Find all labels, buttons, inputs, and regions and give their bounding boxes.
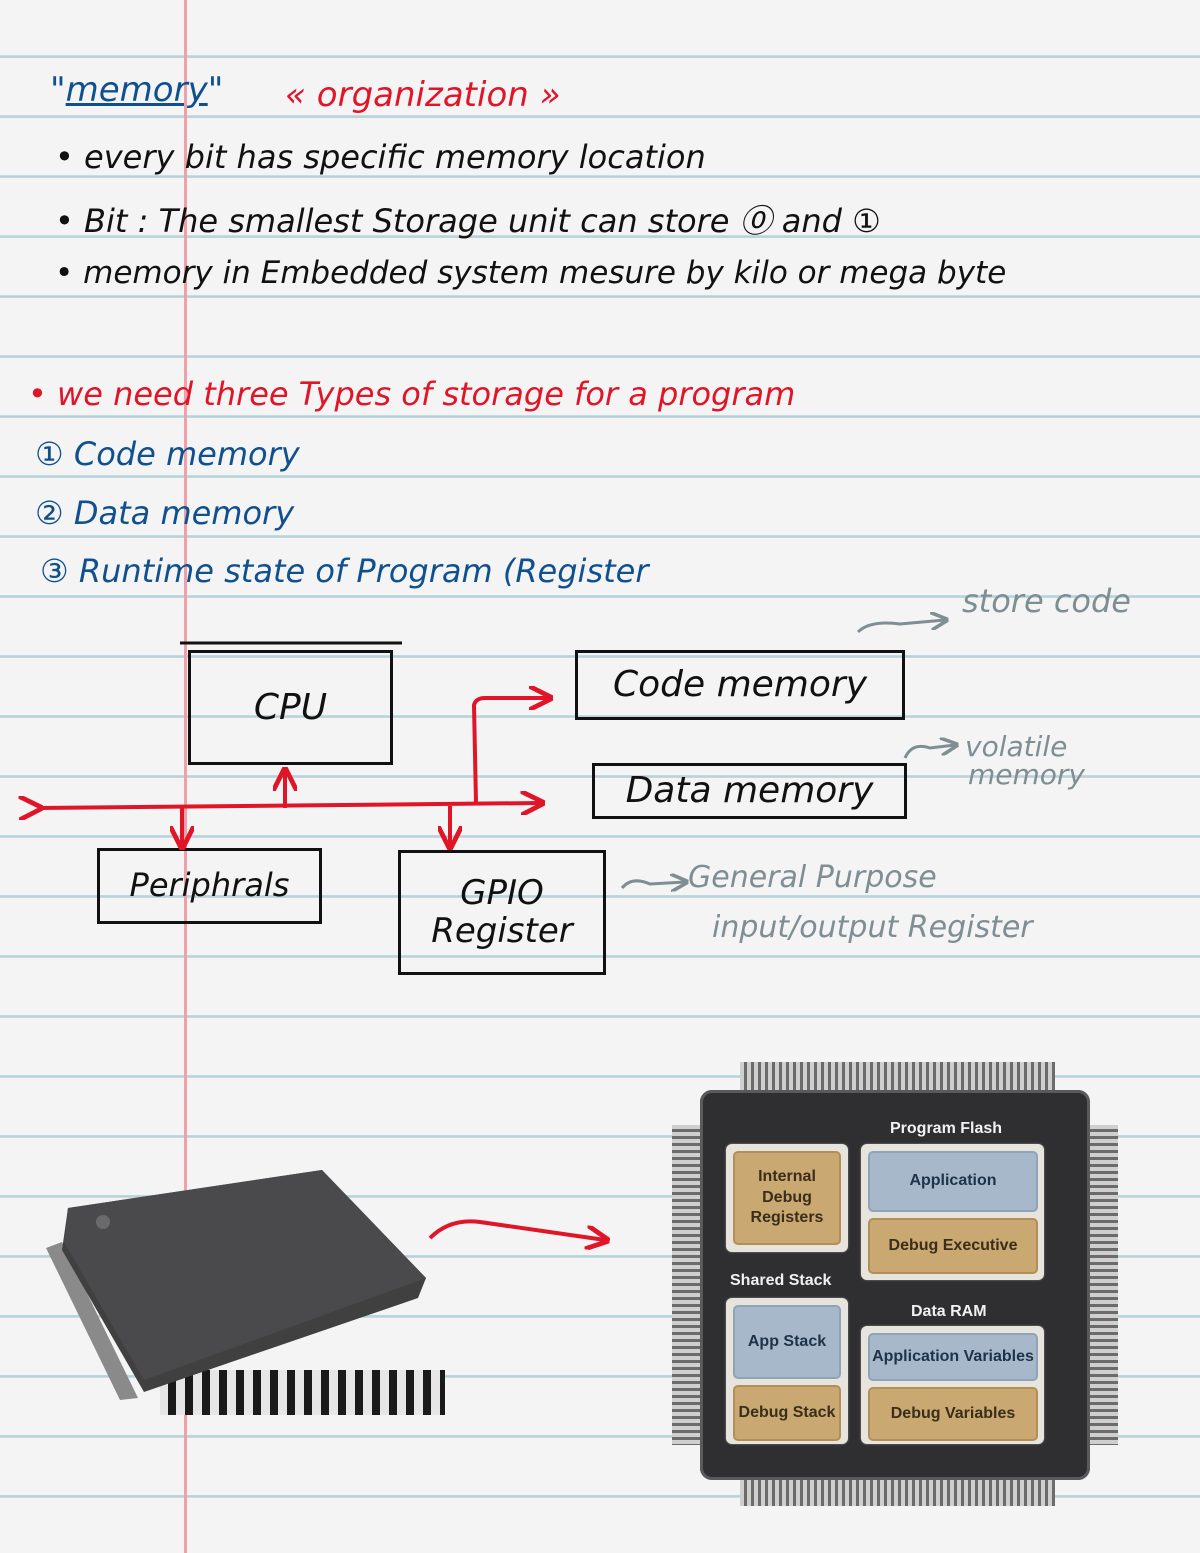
- pin1-marker: [96, 1215, 110, 1229]
- bus-to-code-memory-arrow: [471, 698, 548, 804]
- data-ram-label: Data RAM: [911, 1303, 987, 1320]
- debug-stack-cell: Debug Stack: [733, 1385, 841, 1441]
- bus-line: [38, 803, 540, 808]
- chip-pins-bottom: [160, 1370, 445, 1415]
- chip-pins-left: [672, 1125, 700, 1445]
- application-cell: Application: [868, 1151, 1038, 1212]
- volatile-arrow: [903, 745, 955, 759]
- chip-pins-right: [1090, 1125, 1118, 1445]
- gpio-desc-arrow: [620, 881, 685, 888]
- chip-pins-top: [740, 1062, 1055, 1090]
- store-code-arrow: [856, 620, 945, 634]
- application-variables-cell: Application Variables: [868, 1333, 1038, 1381]
- debug-executive-cell: Debug Executive: [868, 1218, 1038, 1274]
- chip-pins-bottom: [740, 1478, 1055, 1506]
- debug-variables-cell: Debug Variables: [868, 1387, 1038, 1441]
- microcontroller-chip-image: [46, 1170, 445, 1415]
- app-stack-cell: App Stack: [733, 1305, 841, 1379]
- program-flash-label: Program Flash: [890, 1120, 1003, 1137]
- internal-debug-registers-cell: Internal Debug Registers: [733, 1151, 841, 1245]
- shared-stack-label: Shared Stack: [730, 1272, 832, 1289]
